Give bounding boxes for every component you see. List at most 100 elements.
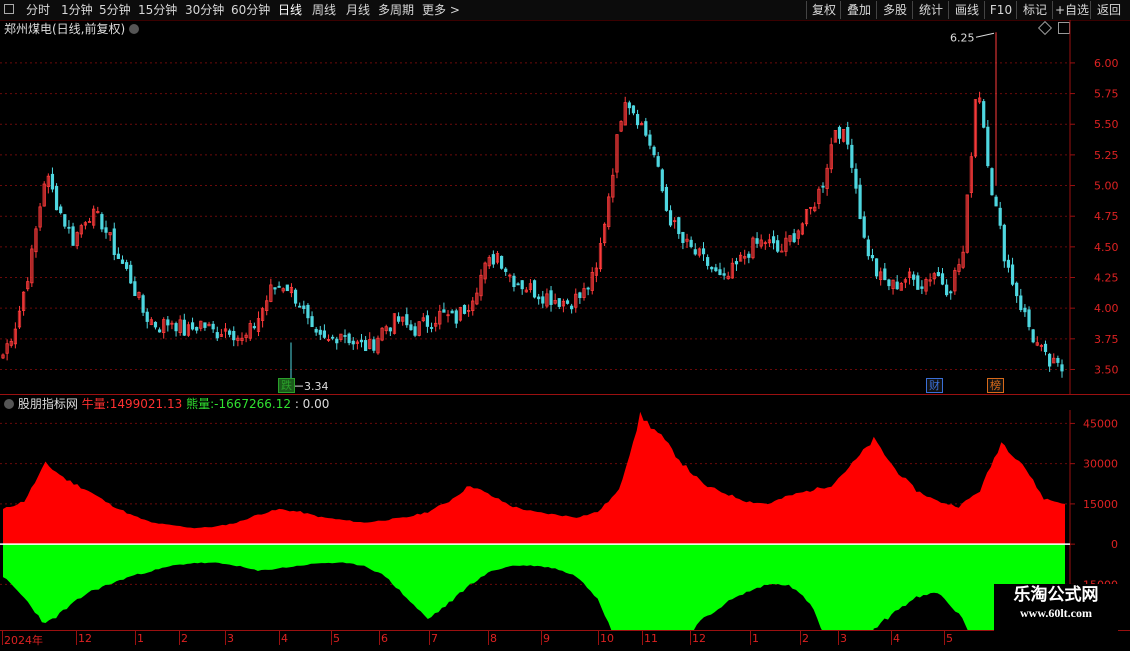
x-tick: [891, 631, 892, 645]
toolbar-button-0[interactable]: 复权: [806, 1, 841, 19]
x-tick: [750, 631, 751, 645]
candle-body: [1006, 259, 1011, 268]
candle-body: [858, 184, 862, 219]
candle-body: [211, 323, 215, 330]
x-tick-label: 3: [840, 632, 847, 645]
candle-body: [677, 217, 681, 235]
watermark-url: www.60lt.com: [1020, 606, 1092, 620]
candle-body: [631, 105, 636, 114]
candle-body: [747, 253, 751, 258]
candle-body: [364, 340, 368, 352]
x-tick: [488, 631, 489, 645]
candle-body: [203, 322, 207, 328]
candle-body: [870, 255, 875, 259]
candle-body: [322, 330, 327, 338]
candle-body: [1027, 309, 1031, 328]
x-tick: [944, 631, 945, 645]
candle-body: [195, 326, 199, 331]
menu-square-icon[interactable]: [4, 4, 14, 14]
candle-body: [862, 216, 866, 238]
event-badge-1[interactable]: 财: [926, 378, 943, 393]
volume-indicator-chart: -150000150003000045000: [0, 410, 1118, 630]
candle-body: [837, 126, 842, 139]
candle-body: [343, 335, 347, 337]
candle-body: [578, 292, 582, 299]
period-tab-7[interactable]: 周线: [312, 2, 336, 18]
event-badge-2[interactable]: 榜: [987, 378, 1004, 393]
candle-body: [166, 319, 170, 326]
toolbar-button-3[interactable]: 统计: [912, 1, 949, 19]
x-tick-label: 4: [281, 632, 288, 645]
candle-body: [454, 310, 458, 324]
candle-body: [912, 274, 916, 280]
toolbar-button-2[interactable]: 多股: [876, 1, 913, 19]
candle-body: [681, 231, 685, 244]
y-tick-label: 4.75: [1094, 210, 1119, 223]
candle-body: [293, 289, 298, 304]
candle-body: [771, 236, 776, 244]
period-tab-2[interactable]: 5分钟: [99, 2, 131, 18]
toolbar-button-7[interactable]: +自选: [1052, 1, 1091, 19]
candle-body: [945, 284, 949, 296]
chevron-down-icon[interactable]: [4, 399, 14, 409]
candle-body: [129, 264, 133, 284]
candle-body: [50, 173, 55, 190]
candle-body: [104, 227, 108, 233]
candle-body: [846, 127, 850, 145]
period-tab-6[interactable]: 日线: [278, 2, 302, 18]
period-tab-3[interactable]: 15分钟: [138, 2, 177, 18]
toolbar-button-8[interactable]: 返回: [1090, 1, 1127, 19]
candle-body: [285, 284, 289, 292]
candle-body: [537, 296, 541, 300]
toolbar-button-4[interactable]: 画线: [948, 1, 985, 19]
candle-body: [1019, 295, 1023, 311]
period-tab-9[interactable]: 多周期: [378, 2, 414, 18]
x-tick-label: 5: [333, 632, 340, 645]
candle-body: [652, 146, 656, 156]
period-tab-4[interactable]: 30分钟: [185, 2, 224, 18]
candle-body: [425, 315, 430, 327]
candle-body: [780, 250, 784, 253]
period-tab-0[interactable]: 分时: [26, 2, 50, 18]
toolbar-button-6[interactable]: 标记: [1016, 1, 1053, 19]
candle-body: [228, 330, 232, 335]
x-tick-label: 2024年: [4, 634, 43, 647]
candle-body: [1023, 307, 1027, 313]
toolbar-button-1[interactable]: 叠加: [840, 1, 877, 19]
candle-body: [396, 316, 401, 322]
candle-body: [153, 321, 158, 328]
candle-body: [116, 253, 120, 259]
candle-body: [516, 283, 520, 286]
candle-body: [277, 285, 281, 288]
candle-body: [145, 311, 149, 322]
x-tick: [429, 631, 430, 645]
period-tab-1[interactable]: 1分钟: [61, 2, 93, 18]
period-tab-5[interactable]: 60分钟: [231, 2, 270, 18]
candle-body: [718, 269, 722, 276]
candle-body: [693, 249, 697, 255]
candle-body: [388, 327, 392, 332]
toolbar-button-5[interactable]: F10: [984, 1, 1017, 19]
x-tick-label: 2: [802, 632, 809, 645]
event-badge-0[interactable]: 跌: [278, 378, 295, 393]
candle-body: [627, 102, 631, 109]
x-tick: [379, 631, 380, 645]
period-tab-10[interactable]: 更多 >: [422, 2, 460, 18]
candle-body: [1056, 357, 1060, 363]
candle-body: [722, 273, 726, 276]
candle-body: [318, 329, 322, 335]
candle-body: [409, 324, 413, 331]
x-tick: [76, 631, 77, 645]
candle-body: [689, 239, 693, 248]
high-price-label: 6.25: [950, 31, 975, 44]
candle-body: [520, 280, 524, 290]
candle-body: [306, 304, 310, 319]
candle-body: [734, 261, 739, 265]
period-tab-8[interactable]: 月线: [346, 2, 370, 18]
bear-label: 熊量:: [186, 397, 215, 411]
candle-body: [565, 300, 570, 304]
candle-body: [133, 281, 137, 297]
candle-body: [706, 257, 710, 266]
x-tick-label: 3: [227, 632, 234, 645]
top-toolbar: 分时 1分钟 5分钟 15分钟 30分钟 60分钟 日线 周线 月线 多周期 更多 > 复权 叠加 多股…: [0, 0, 1130, 21]
